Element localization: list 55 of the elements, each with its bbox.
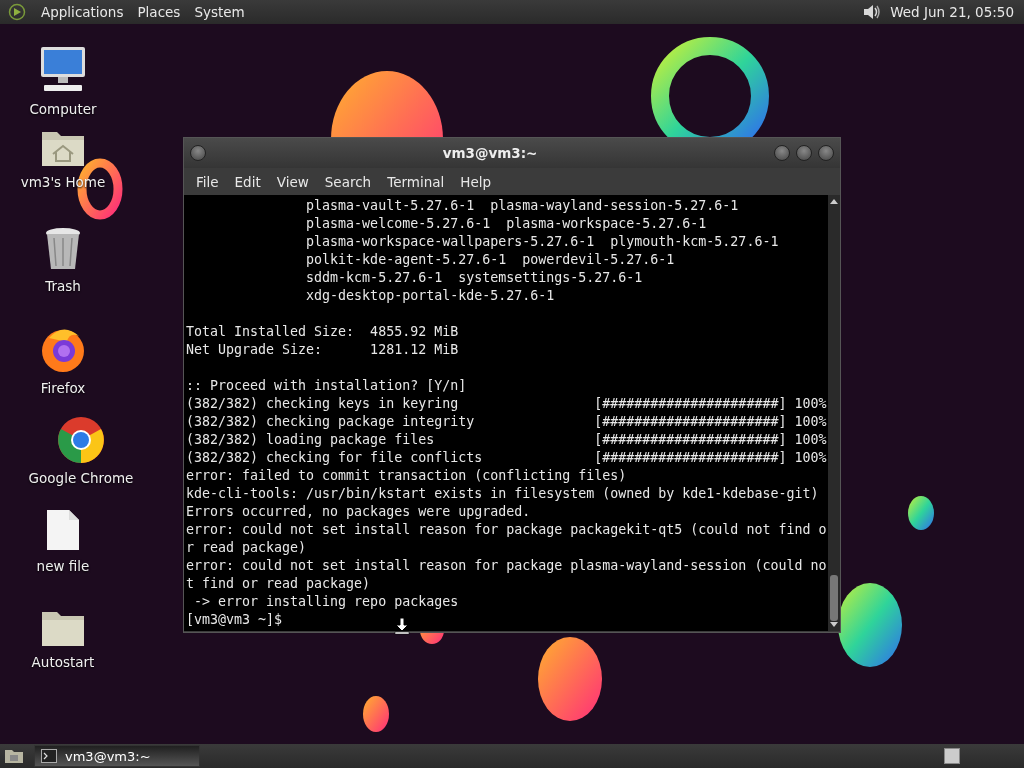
terminal-line: t find or read package) <box>186 575 371 593</box>
terminal-line: error: failed to commit transaction (conflicting files) <box>186 467 627 485</box>
terminal-line: polkit-kde-agent-5.27.6-1 powerdevil-5.27.6-1 <box>305 251 675 269</box>
terminal-icon <box>41 749 57 763</box>
terminal-line: error: could not set install reason for package plasma-wayland-session (could no <box>186 557 827 575</box>
menu-item[interactable]: Help <box>452 173 500 190</box>
terminal-line: (382/382) checking keys in keyring [######################] 100% <box>186 395 827 413</box>
window-title: vm3@vm3:~ <box>441 145 539 161</box>
chrome-icon[interactable] <box>57 416 105 464</box>
desktop-icon-label[interactable]: Trash <box>45 278 81 294</box>
scrollbar-thumb[interactable] <box>830 575 838 621</box>
terminal-line: Errors occurred, no packages were upgraded. <box>186 503 531 521</box>
panel-menu[interactable]: Places <box>130 4 188 20</box>
close-button[interactable] <box>818 145 834 161</box>
panel-menu[interactable]: Applications <box>34 4 131 20</box>
volume-icon[interactable] <box>862 2 883 22</box>
scrollbar[interactable] <box>828 195 840 631</box>
terminal-line: (382/382) loading package files [######################] 100% <box>186 431 827 449</box>
terminal-line: xdg-desktop-portal-kde-5.27.6-1 <box>305 287 555 305</box>
menu-item[interactable]: Terminal <box>379 173 453 190</box>
terminal-line: -> error installing repo packages <box>193 593 459 611</box>
show-desktop-icon[interactable] <box>4 747 24 765</box>
menu-item[interactable]: View <box>268 173 317 190</box>
terminal-line: (382/382) checking package integrity [######################] 100% <box>186 413 827 431</box>
terminal-line: (382/382) checking for file conflicts [######################] 100% <box>186 449 827 467</box>
clock[interactable]: Wed Jun 21, 05:50 <box>882 4 1020 20</box>
terminal-line: error: could not set install reason for package packagekit-qt5 (could not find o <box>186 521 827 539</box>
workspace-switcher[interactable] <box>944 748 960 764</box>
terminal-line: Net Upgrade Size: 1281.12 MiB <box>186 341 459 359</box>
file-icon[interactable] <box>45 508 81 552</box>
taskbar-button[interactable]: vm3@vm3:~ <box>34 745 200 767</box>
desktop-icon-label[interactable]: Computer <box>29 101 97 117</box>
terminal-line: sddm-kcm-5.27.6-1 systemsettings-5.27.6-1 <box>305 269 643 287</box>
trash-icon[interactable] <box>43 226 83 272</box>
desktop-icon-label[interactable]: Autostart <box>31 654 95 670</box>
terminal-line: kde-cli-tools: /usr/bin/kstart exists in filesystem (owned by kde1-kdebase-git) <box>186 485 819 503</box>
terminal-line: plasma-workspace-wallpapers-5.27.6-1 plymouth-kcm-5.27.6-1 <box>305 233 779 251</box>
terminal-line: plasma-vault-5.27.6-1 plasma-wayland-session-5.27.6-1 <box>305 197 739 215</box>
maximize-button[interactable] <box>796 145 812 161</box>
terminal-line: :: Proceed with installation? [Y/n] <box>186 377 467 395</box>
minimize-button[interactable] <box>774 145 790 161</box>
window-menu-button[interactable] <box>190 145 206 161</box>
logo-icon[interactable] <box>8 3 26 21</box>
terminal-line: plasma-welcome-5.27.6-1 plasma-workspace-5.27.6-1 <box>305 215 707 233</box>
menu-item[interactable]: Edit <box>226 173 269 190</box>
desktop-icon-label[interactable]: Google Chrome <box>28 470 134 486</box>
desktop-icon-label[interactable]: Firefox <box>40 380 86 396</box>
scroll-up-icon[interactable] <box>829 197 839 205</box>
menu-item[interactable]: Search <box>316 173 380 190</box>
terminal-line: r read package) <box>186 539 307 557</box>
desktop-icon-label[interactable]: new file <box>36 558 90 574</box>
panel-menu[interactable]: System <box>187 4 252 20</box>
shell-prompt: [vm3@vm3 ~]$ <box>186 611 283 629</box>
menu-item[interactable]: File <box>188 173 227 190</box>
terminal-line: Total Installed Size: 4855.92 MiB <box>186 323 459 341</box>
